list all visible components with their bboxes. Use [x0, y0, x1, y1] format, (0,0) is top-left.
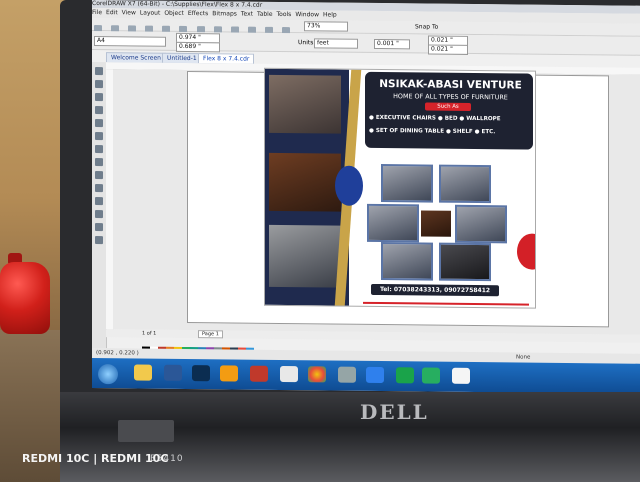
app-icon-2[interactable]: [338, 366, 356, 383]
duplicate-y-field[interactable]: 0.021 ": [428, 44, 468, 55]
fill-status: None: [516, 354, 531, 361]
menu-item-window[interactable]: Window: [295, 11, 319, 18]
page-count[interactable]: 1 of 1: [142, 331, 156, 337]
bed-thumb: [455, 204, 507, 244]
rectangle-tool-icon[interactable]: [95, 145, 103, 154]
wardrobe-thumb: [439, 242, 491, 282]
media-player-icon[interactable]: [220, 365, 238, 382]
menu-item-text[interactable]: Text: [241, 11, 253, 18]
laptop-screen: CorelDRAW X7 (64-Bit) - C:\Supplies\Flex…: [92, 0, 640, 394]
cabinet-photo: [269, 152, 341, 212]
menu-item-view[interactable]: View: [122, 9, 136, 16]
red-jerrycan: [0, 262, 50, 334]
shape-tool-icon[interactable]: [95, 80, 103, 89]
menu-item-layout[interactable]: Layout: [140, 10, 160, 17]
blue-semicircle: [335, 165, 363, 206]
menu-item-tools[interactable]: Tools: [277, 11, 292, 18]
toolbox: [92, 62, 107, 349]
ellipse-tool-icon[interactable]: [95, 158, 103, 167]
red-rule: [363, 301, 529, 306]
sofa-photo: [269, 224, 341, 288]
camera-watermark: REDMI 10C | REDMI 10C: [22, 452, 169, 465]
word-icon[interactable]: [164, 364, 182, 381]
photoshop-icon[interactable]: [192, 365, 210, 382]
furniture-flyer[interactable]: NSIKAK-ABASI VENTURE HOME OF ALL TYPES O…: [264, 67, 536, 309]
menu-item-effects[interactable]: Effects: [188, 10, 208, 17]
telephone-line: Tel: 07038243313, 09072758412: [371, 283, 499, 297]
red-semicircle: [517, 233, 536, 270]
lounge-set-thumb: [381, 242, 433, 281]
sofa-set-thumb: [439, 164, 491, 204]
nudge-field[interactable]: 0.001 ": [374, 38, 410, 50]
polygon-tool-icon[interactable]: [95, 171, 103, 180]
dining-set-thumb: [381, 164, 433, 203]
menu-item-file[interactable]: File: [92, 9, 102, 16]
pick-tool-icon[interactable]: [95, 67, 103, 76]
blend-tool-icon[interactable]: [95, 210, 103, 219]
laptop-hinge: [118, 420, 174, 442]
connector-tool-icon[interactable]: [95, 197, 103, 206]
menu-item-bitmaps[interactable]: Bitmaps: [212, 10, 237, 17]
freehand-tool-icon[interactable]: [95, 119, 103, 128]
cursor-coordinates: (0.902 , 0.220 ): [96, 350, 139, 357]
page-size-select[interactable]: A4: [94, 36, 166, 47]
file-explorer-icon[interactable]: [134, 364, 152, 381]
menu-item-edit[interactable]: Edit: [106, 9, 118, 16]
menu-item-table[interactable]: Table: [257, 11, 273, 18]
menu-item-object[interactable]: Object: [164, 10, 184, 17]
page-tab[interactable]: Page 1: [198, 330, 223, 339]
flyer-subhead: HOME OF ALL TYPES OF FURNITURE: [393, 92, 508, 102]
coreldraw-icon[interactable]: [250, 365, 268, 382]
zoom-level-select[interactable]: 73%: [304, 21, 348, 32]
edge-icon[interactable]: [366, 366, 384, 384]
units-label: Units:: [298, 39, 316, 47]
text-tool-icon[interactable]: [95, 184, 103, 193]
height-field[interactable]: 0.689 ": [176, 41, 220, 53]
notepad-icon[interactable]: [452, 367, 470, 384]
app-icon-3[interactable]: [396, 367, 414, 384]
bedroom-photo: [269, 74, 341, 134]
app-icon[interactable]: [280, 365, 298, 383]
start-button-icon[interactable]: [98, 364, 118, 385]
zoom-tool-icon[interactable]: [95, 106, 103, 115]
artistic-media-icon[interactable]: [95, 132, 103, 141]
menu-item-help[interactable]: Help: [323, 11, 337, 18]
such-as-badge: Such As: [425, 102, 471, 111]
windows-taskbar: [92, 358, 640, 394]
laptop-brand-logo: DELL: [360, 400, 429, 424]
crop-tool-icon[interactable]: [95, 93, 103, 102]
chrome-icon[interactable]: [308, 366, 326, 383]
app-icon-4[interactable]: [422, 367, 440, 384]
fill-tool-icon[interactable]: [95, 236, 103, 245]
flyer-headline: NSIKAK-ABASI VENTURE: [379, 78, 522, 92]
eyedropper-tool-icon[interactable]: [95, 223, 103, 232]
snap-to-menu[interactable]: Snap To: [412, 22, 446, 33]
units-select[interactable]: feet: [314, 38, 358, 49]
desk-thumb: [367, 203, 419, 243]
color-palette[interactable]: [142, 339, 302, 355]
side-table-thumb: [421, 210, 451, 237]
